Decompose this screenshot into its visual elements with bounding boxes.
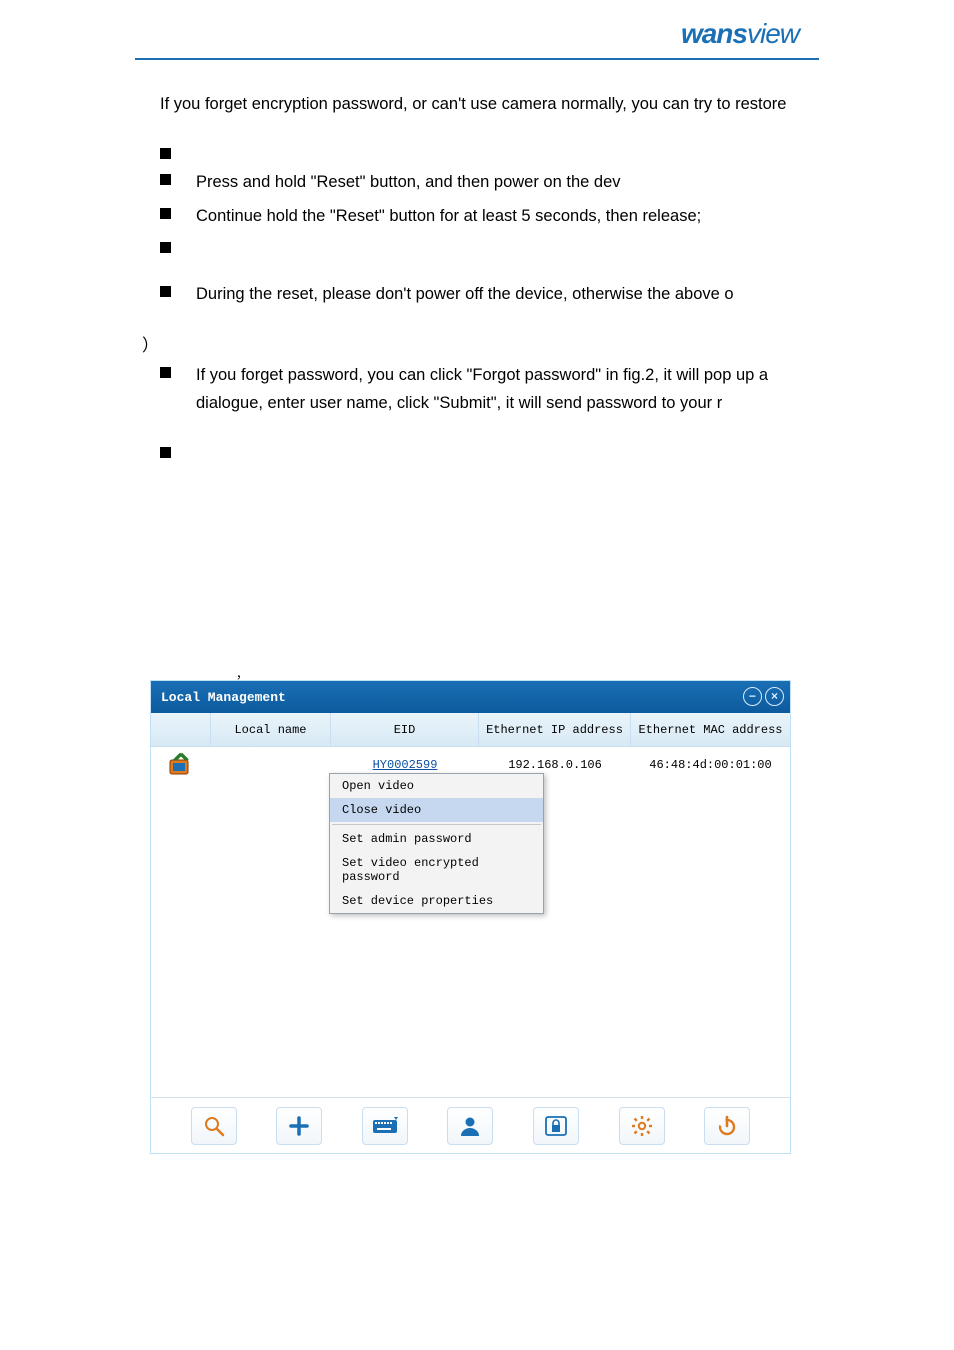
document-body: If you forget encryption password, or ca… [160,90,819,467]
user-icon [459,1115,481,1137]
settings-button[interactable] [619,1107,665,1145]
close-button[interactable]: × [765,687,784,706]
window-title: Local Management [161,690,286,705]
cell-local-name [211,747,331,783]
minimize-button[interactable]: − [743,687,762,706]
menu-open-video[interactable]: Open video [330,774,543,798]
gear-icon [631,1115,653,1137]
power-icon [716,1115,738,1137]
bullet-empty-1 [160,142,819,162]
brand-logo: wansview [619,18,799,58]
lock-button[interactable] [533,1107,579,1145]
bullet-empty-3 [160,441,819,461]
col-icon [151,713,211,746]
col-mac[interactable]: Ethernet MAC address [631,713,790,746]
menu-set-device-properties[interactable]: Set device properties [330,889,543,913]
header-rule [135,58,819,61]
bullet-list-2: During the reset, please don't power off… [160,280,819,308]
search-icon [203,1115,225,1137]
context-menu[interactable]: Open video Close video Set admin passwor… [329,773,544,914]
menu-set-encrypted-password[interactable]: Set video encrypted password [330,851,543,889]
local-management-window: Local Management − × Local name EID Ethe… [150,680,791,1154]
menu-set-admin-password[interactable]: Set admin password [330,827,543,851]
col-local-name[interactable]: Local name [211,713,331,746]
bullet-reset-warning: During the reset, please don't power off… [160,280,819,308]
bullet-empty-2 [160,236,819,256]
table-header-row: Local name EID Ethernet IP address Ether… [151,713,790,747]
cell-mac: 46:48:4d:00:01:00 [631,747,790,783]
keyboard-button[interactable] [362,1107,408,1145]
bullet-reset-press: Press and hold "Reset" button, and then … [160,168,819,196]
col-eid[interactable]: EID [331,713,479,746]
keyboard-icon [372,1117,398,1135]
add-button[interactable] [276,1107,322,1145]
camera-icon [166,752,196,778]
col-ip[interactable]: Ethernet IP address [479,713,631,746]
menu-close-video[interactable]: Close video [330,798,543,822]
search-button[interactable] [191,1107,237,1145]
bullet-forgot-password: If you forget password, you can click "F… [160,361,819,417]
user-button[interactable] [447,1107,493,1145]
intro-paragraph: If you forget encryption password, or ca… [160,90,819,118]
bullet-list-1: Press and hold "Reset" button, and then … [160,142,819,256]
power-button[interactable] [704,1107,750,1145]
table-body: HY0002599 192.168.0.106 46:48:4d:00:01:0… [151,747,790,1097]
lock-icon [544,1115,568,1137]
bullet-list-3: If you forget password, you can click "F… [160,361,819,417]
bottom-toolbar [151,1097,790,1153]
device-icon-cell [151,747,211,783]
eid-link[interactable]: HY0002599 [373,758,438,772]
bullet-reset-hold: Continue hold the "Reset" button for at … [160,202,819,230]
plus-icon [288,1115,310,1137]
window-titlebar[interactable]: Local Management − × [151,681,790,713]
bullet-list-4 [160,441,819,461]
menu-separator [332,824,541,825]
closing-paren: ） [142,332,819,361]
